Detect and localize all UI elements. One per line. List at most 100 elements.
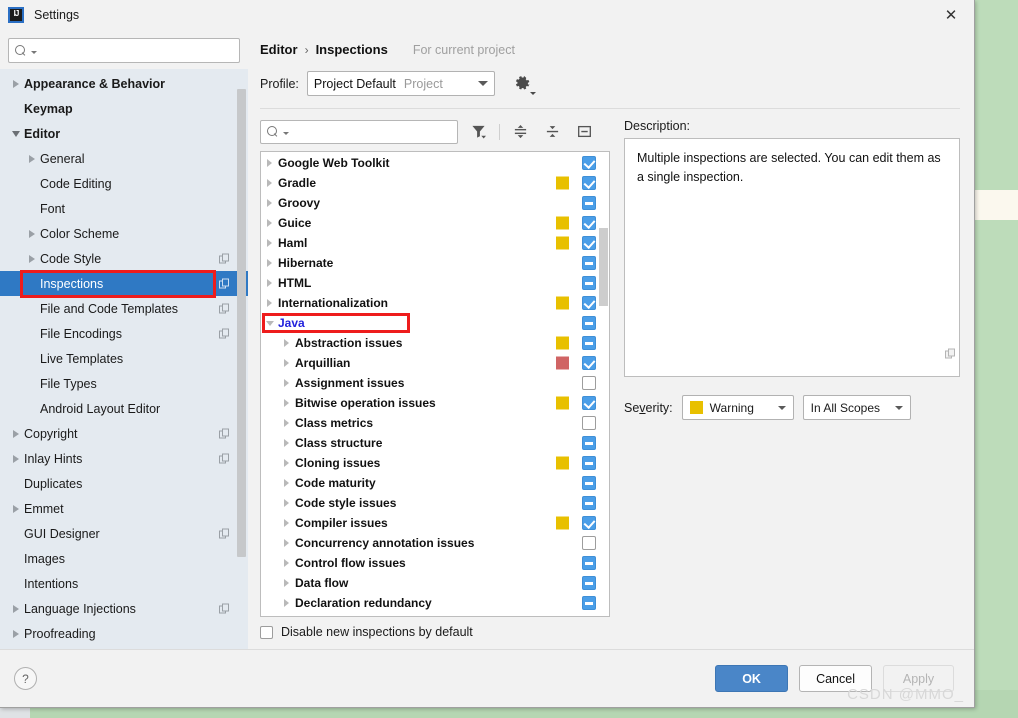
inspection-row[interactable]: Class structure: [261, 433, 609, 453]
inspection-row[interactable]: Hibernate: [261, 253, 609, 273]
close-icon[interactable]: ✕: [928, 0, 974, 30]
sidebar-search-box[interactable]: [8, 38, 240, 63]
sidebar-item-live-templates[interactable]: Live Templates: [0, 346, 248, 371]
expand-all-icon[interactable]: [508, 120, 532, 144]
profile-select[interactable]: Project Default Project: [306, 71, 495, 96]
sidebar-item-language-injections[interactable]: Language Injections: [0, 596, 248, 621]
inspection-row[interactable]: HTML: [261, 273, 609, 293]
inspection-checkbox[interactable]: [582, 236, 596, 251]
inspection-checkbox[interactable]: [582, 256, 596, 271]
inspection-checkbox[interactable]: [582, 436, 596, 451]
inspection-row[interactable]: Concurrency annotation issues: [261, 533, 609, 553]
for-current-project-label: For current project: [413, 43, 955, 358]
cancel-button[interactable]: Cancel: [799, 665, 872, 692]
sidebar-item-file-and-code-templates[interactable]: File and Code Templates: [0, 296, 248, 321]
collapse-all-icon[interactable]: [540, 120, 564, 144]
sidebar-scrollbar[interactable]: [237, 69, 246, 649]
sidebar-item-gui-designer[interactable]: GUI Designer: [0, 521, 248, 546]
sidebar-scrollbar-thumb[interactable]: [237, 89, 246, 557]
inspection-row[interactable]: Guice: [261, 213, 609, 233]
sidebar-item-intentions[interactable]: Intentions: [0, 571, 248, 596]
sidebar-item-general[interactable]: General: [0, 146, 248, 171]
help-icon[interactable]: ?: [14, 667, 37, 690]
settings-search-input[interactable]: [37, 42, 233, 59]
sidebar-item-label: Color Scheme: [40, 226, 120, 241]
inspection-row[interactable]: Class metrics: [261, 413, 609, 433]
inspection-checkbox[interactable]: [582, 216, 596, 231]
disable-new-inspections-row[interactable]: Disable new inspections by default: [260, 617, 960, 649]
breadcrumb-parent[interactable]: Editor: [260, 42, 298, 57]
inspection-row[interactable]: Arquillian: [261, 353, 609, 373]
sidebar-item-duplicates[interactable]: Duplicates: [0, 471, 248, 496]
inspection-row[interactable]: Cloning issues: [261, 453, 609, 473]
inspection-row[interactable]: Abstraction issues: [261, 333, 609, 353]
sidebar-item-label: Keymap: [24, 101, 73, 116]
inspection-row[interactable]: Data flow: [261, 573, 609, 593]
ok-button[interactable]: OK: [715, 665, 789, 692]
inspection-row[interactable]: Bitwise operation issues: [261, 393, 609, 413]
sidebar-item-inlay-hints[interactable]: Inlay Hints: [0, 446, 248, 471]
inspection-checkbox[interactable]: [582, 296, 596, 311]
inspection-checkbox[interactable]: [582, 376, 596, 391]
inspection-checkbox[interactable]: [582, 536, 596, 551]
gear-icon[interactable]: [513, 73, 536, 95]
sidebar-item-copyright[interactable]: Copyright: [0, 421, 248, 446]
inspection-row[interactable]: Code maturity: [261, 473, 609, 493]
chevron-right-icon: [261, 259, 278, 268]
sidebar-item-color-scheme[interactable]: Color Scheme: [0, 221, 248, 246]
sidebar-item-file-encodings[interactable]: File Encodings: [0, 321, 248, 346]
sidebar-item-emmet[interactable]: Emmet: [0, 496, 248, 521]
reset-icon[interactable]: [572, 120, 596, 144]
inspection-checkbox[interactable]: [582, 396, 596, 411]
sidebar-item-keymap[interactable]: Keymap: [0, 96, 248, 121]
inspection-row[interactable]: Declaration redundancy: [261, 593, 609, 613]
inspection-checkbox[interactable]: [582, 556, 596, 571]
sidebar-item-android-layout-editor[interactable]: Android Layout Editor: [0, 396, 248, 421]
inspection-checkbox[interactable]: [582, 576, 596, 591]
inspection-checkbox[interactable]: [582, 316, 596, 331]
inspection-checkbox[interactable]: [582, 356, 596, 371]
inspection-row[interactable]: Compiler issues: [261, 513, 609, 533]
inspection-checkbox[interactable]: [582, 496, 596, 511]
sidebar-item-editor[interactable]: Editor: [0, 121, 248, 146]
chevron-right-icon: [261, 219, 278, 228]
inspection-row[interactable]: Code style issues: [261, 493, 609, 513]
inspection-checkbox[interactable]: [582, 616, 596, 617]
sidebar-item-font[interactable]: Font: [0, 196, 248, 221]
inspection-checkbox[interactable]: [582, 456, 596, 471]
inspection-row[interactable]: Dependency issues: [261, 613, 609, 617]
severity-select[interactable]: Warning: [681, 395, 794, 420]
inspection-checkbox[interactable]: [582, 196, 596, 211]
inspection-checkbox[interactable]: [582, 596, 596, 611]
filter-icon[interactable]: [466, 120, 490, 144]
sidebar-item-appearance-behavior[interactable]: Appearance & Behavior: [0, 71, 248, 96]
inspection-checkbox[interactable]: [582, 156, 596, 171]
inspections-search-box[interactable]: [260, 119, 458, 144]
disable-new-inspections-checkbox[interactable]: [260, 625, 273, 639]
sidebar-item-file-types[interactable]: File Types: [0, 371, 248, 396]
inspections-tree-scrollbar-thumb[interactable]: [599, 228, 608, 307]
inspection-row[interactable]: Gradle: [261, 173, 609, 193]
inspection-checkbox[interactable]: [582, 336, 596, 351]
scope-select[interactable]: In All Scopes: [802, 395, 911, 420]
inspection-row[interactable]: Groovy: [261, 193, 609, 213]
inspection-checkbox[interactable]: [582, 516, 596, 531]
sidebar-item-inspections[interactable]: Inspections: [0, 271, 248, 296]
inspection-row[interactable]: Java: [261, 313, 609, 333]
inspection-row[interactable]: Assignment issues: [261, 373, 609, 393]
sidebar-item-images[interactable]: Images: [0, 546, 248, 571]
inspection-row[interactable]: Google Web Toolkit: [261, 153, 609, 173]
profile-name: Project Default: [313, 76, 396, 91]
inspection-row[interactable]: Control flow issues: [261, 553, 609, 573]
sidebar-item-proofreading[interactable]: Proofreading: [0, 621, 248, 646]
inspection-row[interactable]: Haml: [261, 233, 609, 253]
inspections-tree-scrollbar[interactable]: [598, 152, 609, 616]
inspection-checkbox[interactable]: [582, 476, 596, 491]
sidebar-item-code-style[interactable]: Code Style: [0, 246, 248, 271]
inspections-search-input[interactable]: [289, 123, 451, 140]
inspection-row[interactable]: Internationalization: [261, 293, 609, 313]
sidebar-item-code-editing[interactable]: Code Editing: [0, 171, 248, 196]
inspection-checkbox[interactable]: [582, 276, 596, 291]
inspection-checkbox[interactable]: [582, 416, 596, 431]
inspection-checkbox[interactable]: [582, 176, 596, 191]
